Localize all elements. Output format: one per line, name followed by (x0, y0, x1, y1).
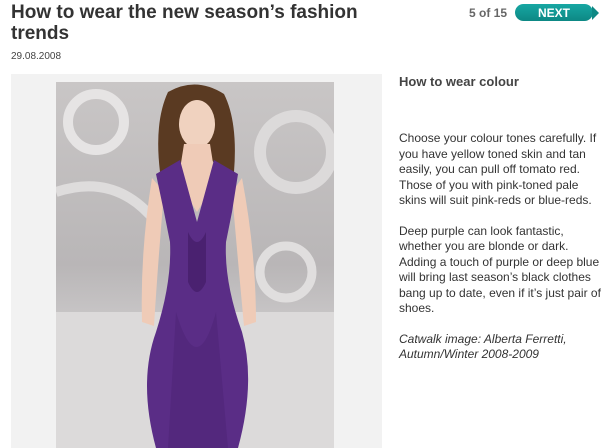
arrow-right-icon (592, 6, 599, 20)
next-button[interactable]: NEXT (515, 4, 599, 21)
image-caption: Catwalk image: Alberta Ferretti, Autumn/… (399, 331, 567, 362)
slide-heading: How to wear colour (399, 74, 519, 89)
article-title: How to wear the new season’s fashion tre… (11, 2, 358, 44)
slide-counter: 5 of 15 (469, 6, 508, 20)
slide-content: How to wear colour Choose your colour to… (399, 74, 604, 363)
photo-panel (11, 74, 382, 448)
catwalk-model-illustration (56, 84, 334, 448)
article-date: 29.08.2008 (11, 51, 62, 62)
slide-paragraph: Choose your colour tones carefully. If y… (399, 131, 597, 207)
catwalk-photo (56, 82, 334, 448)
slide-paragraph: Deep purple can look fantastic, whether … (399, 223, 601, 316)
next-button-label: NEXT (537, 5, 570, 20)
